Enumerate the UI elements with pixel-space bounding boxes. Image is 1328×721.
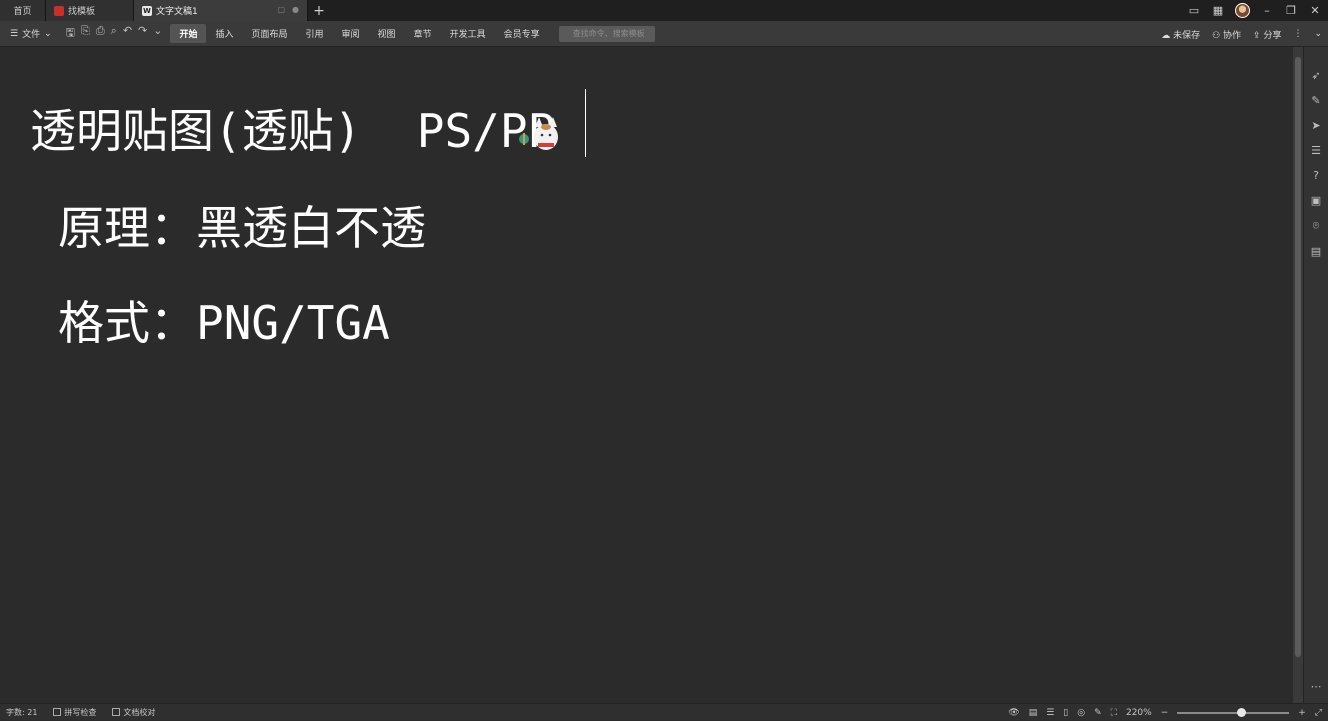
menu-page-layout[interactable]: 页面布局 (243, 24, 297, 43)
zoom-in-icon[interactable]: + (1298, 708, 1306, 718)
document-canvas[interactable]: 透明贴图(透贴) PS/PP 原理：黑透白不透 格式：PNG/TGA (0, 47, 1293, 703)
fullscreen-icon[interactable]: ⤢ (1315, 708, 1322, 718)
menu-developer[interactable]: 开发工具 (441, 24, 495, 43)
book-icon[interactable]: ▤ (1311, 245, 1321, 258)
reading-view-icon[interactable]: ▯ (1063, 708, 1068, 718)
new-tab-button[interactable]: + (308, 0, 330, 21)
layout-icon[interactable]: ▭ (1187, 4, 1201, 17)
vertical-scrollbar[interactable] (1293, 47, 1303, 703)
scrollbar-thumb[interactable] (1295, 57, 1301, 657)
zoom-out-icon[interactable]: − (1161, 708, 1169, 718)
menu-insert[interactable]: 插入 (206, 24, 242, 43)
pen-icon[interactable]: ✎ (1311, 94, 1320, 107)
share-button[interactable]: ⇪ 分享 (1253, 28, 1281, 41)
tab-templates[interactable]: 找模板 (46, 0, 134, 21)
unsaved-dot-icon[interactable]: ● (292, 5, 299, 14)
tab-document[interactable]: W 文字文稿1 ▢ ● (134, 0, 308, 21)
doc-line-principle[interactable]: 原理：黑透白不透 (58, 192, 426, 258)
tab-document-label: 文字文稿1 (156, 7, 198, 17)
spell-check-toggle[interactable]: 拼写检查 (53, 707, 96, 718)
collab-label: 协作 (1223, 30, 1242, 41)
export-pdf-icon[interactable]: ⎘ (81, 24, 90, 43)
zoom-slider-knob[interactable] (1237, 707, 1247, 717)
page-view-icon[interactable]: ▤ (1029, 708, 1038, 718)
customize-icon[interactable]: ⌄ (153, 24, 162, 43)
zoom-slider[interactable] (1177, 707, 1290, 717)
right-tool-panel: ➶ ✎ ➤ ☰ ? ▣ ⌾ ▤ ⋯ (1303, 47, 1328, 703)
doc-proof-button[interactable]: 文档校对 (112, 707, 155, 718)
close-icon[interactable]: ✕ (1308, 4, 1322, 17)
sliders-icon[interactable]: ☰ (1311, 144, 1321, 157)
fit-page-icon[interactable]: ⛶ (1111, 708, 1117, 718)
zoom-level[interactable]: 220% (1126, 708, 1152, 718)
doc-line-title[interactable]: 透明贴图(透贴) PS/PP (30, 95, 555, 161)
comment-icon[interactable]: ▢ (277, 5, 285, 14)
menu-sections[interactable]: 章节 (405, 24, 441, 43)
menu-references[interactable]: 引用 (297, 24, 333, 43)
spell-check-label: 拼写检查 (64, 707, 97, 717)
command-search-input[interactable]: 查找命令、搜索模板 (558, 25, 655, 42)
outline-view-icon[interactable]: ☰ (1046, 708, 1054, 718)
checkbox-icon (53, 708, 62, 716)
menu-member[interactable]: 会员专享 (495, 24, 549, 43)
apps-grid-icon[interactable]: ▦ (1211, 4, 1225, 17)
file-menu-label: 文件 (22, 30, 41, 40)
menu-view[interactable]: 视图 (369, 24, 405, 43)
template-icon (54, 5, 64, 16)
doc-proof-label: 文档校对 (123, 707, 156, 717)
web-view-icon[interactable]: ◎ (1077, 708, 1085, 718)
more-icon[interactable]: ⋯ (1311, 680, 1322, 693)
share-label: 分享 (1263, 30, 1282, 41)
cat-sticker-icon (519, 117, 558, 150)
tab-home[interactable]: 首页 (0, 0, 46, 21)
collapse-ribbon-icon[interactable]: ⌄ (1314, 29, 1322, 39)
print-icon[interactable]: ⎙ (96, 24, 105, 43)
menu-home[interactable]: 开始 (170, 24, 207, 43)
location-icon[interactable]: ⌾ (1313, 219, 1320, 233)
redo-icon[interactable]: ↷ (138, 24, 147, 43)
help-icon[interactable]: ? (1313, 169, 1319, 182)
ribbon: ☰ 文件 ⌄ 🖫 ⎘ ⎙ ⌕ ↶ ↷ ⌄ 开始 插入 页面布局 引用 审阅 视图… (0, 21, 1328, 47)
undo-icon[interactable]: ↶ (123, 24, 132, 43)
writer-doc-icon: W (142, 5, 152, 16)
file-menu-button[interactable]: ☰ 文件 ⌄ (0, 27, 58, 41)
save-icon[interactable]: 🖫 (66, 24, 75, 43)
tab-bar: 首页 找模板 W 文字文稿1 ▢ ● + ▭ ▦ – ❐ ✕ (0, 0, 1328, 21)
collab-button[interactable]: ⚇ 协作 (1212, 28, 1241, 41)
eye-protection-icon[interactable]: 👁 (1008, 708, 1019, 718)
text-caret (585, 89, 586, 157)
hamburger-icon: ☰ (10, 28, 19, 39)
minimize-icon[interactable]: – (1260, 4, 1274, 17)
tab-templates-label: 找模板 (68, 7, 96, 17)
word-count[interactable]: 字数: 21 (6, 707, 37, 718)
menu-review[interactable]: 审阅 (333, 24, 369, 43)
doc-line-format[interactable]: 格式：PNG/TGA (58, 287, 390, 353)
print-preview-icon[interactable]: ⌕ (111, 24, 117, 43)
chevron-down-icon: ⌄ (44, 28, 52, 39)
avatar[interactable] (1235, 3, 1250, 18)
image-icon[interactable]: ▣ (1311, 194, 1321, 207)
rocket-icon[interactable]: ➶ (1311, 69, 1320, 82)
restore-icon[interactable]: ❐ (1284, 4, 1298, 17)
more-options-icon[interactable]: ⋮ (1293, 29, 1302, 39)
proof-icon (112, 708, 121, 716)
status-bar: 字数: 21 拼写检查 文档校对 👁 ▤ ☰ ▯ ◎ ✎ ⛶ 220% − + … (0, 703, 1328, 720)
tab-home-label: 首页 (13, 7, 32, 17)
unsaved-button[interactable]: ☁ 未保存 (1161, 28, 1200, 41)
write-view-icon[interactable]: ✎ (1094, 708, 1102, 718)
unsaved-label: 未保存 (1173, 30, 1201, 41)
cursor-icon[interactable]: ➤ (1311, 119, 1320, 132)
